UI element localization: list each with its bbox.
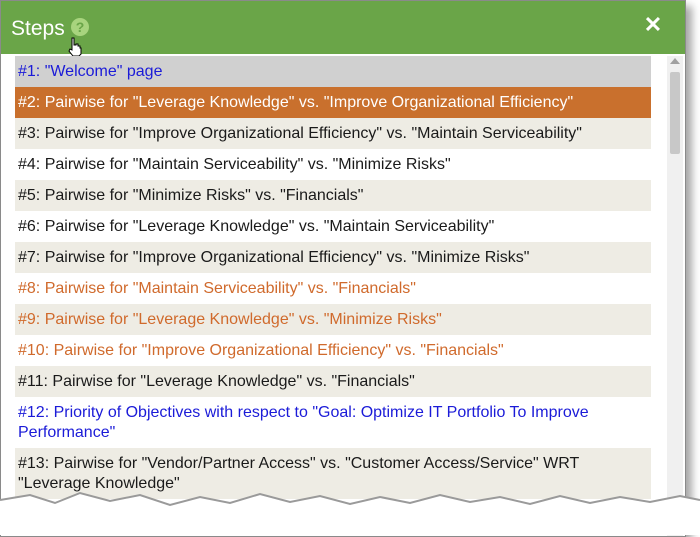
- step-item[interactable]: #2: Pairwise for "Leverage Knowledge" vs…: [15, 87, 651, 118]
- close-icon[interactable]: ✕: [641, 13, 665, 37]
- step-label: #10: Pairwise for "Improve Organizationa…: [18, 342, 504, 359]
- steps-dialog: Steps ? ✕ #1: "Welcome" page #2: Pairwise…: [0, 0, 686, 537]
- step-item[interactable]: #3: Pairwise for "Improve Organizational…: [15, 118, 651, 149]
- step-item[interactable]: #10: Pairwise for "Improve Organizationa…: [15, 335, 651, 366]
- scrollbar[interactable]: [667, 56, 683, 536]
- step-label: #8: Pairwise for "Maintain Serviceabilit…: [18, 280, 416, 297]
- step-label: #5: Pairwise for "Minimize Risks" vs. "F…: [18, 187, 364, 204]
- step-item[interactable]: #12: Priority of Objectives with respect…: [15, 397, 651, 448]
- dialog-header: Steps ? ✕: [1, 1, 685, 57]
- help-icon[interactable]: ?: [71, 18, 89, 36]
- step-label: #7: Pairwise for "Improve Organizational…: [18, 249, 530, 266]
- step-item[interactable]: #8: Pairwise for "Maintain Serviceabilit…: [15, 273, 651, 304]
- step-item[interactable]: #6: Pairwise for "Leverage Knowledge" vs…: [15, 211, 651, 242]
- step-item[interactable]: #1: "Welcome" page: [15, 56, 651, 87]
- torn-edge: [0, 491, 700, 535]
- step-label: #9: Pairwise for "Leverage Knowledge" vs…: [18, 311, 442, 328]
- step-label: #11: Pairwise for "Leverage Knowledge" v…: [18, 373, 415, 390]
- step-label: #2: Pairwise for "Leverage Knowledge" vs…: [18, 94, 574, 111]
- dialog-title: Steps: [11, 17, 65, 40]
- steps-list: #1: "Welcome" page #2: Pairwise for "Leve…: [15, 56, 651, 499]
- scroll-up-arrow-icon[interactable]: [670, 58, 680, 64]
- step-item[interactable]: #9: Pairwise for "Leverage Knowledge" vs…: [15, 304, 651, 335]
- step-item[interactable]: #5: Pairwise for "Minimize Risks" vs. "F…: [15, 180, 651, 211]
- hand-cursor-icon: [68, 37, 82, 57]
- step-item[interactable]: #7: Pairwise for "Improve Organizational…: [15, 242, 651, 273]
- step-item[interactable]: #4: Pairwise for "Maintain Serviceabilit…: [15, 149, 651, 180]
- step-label: #6: Pairwise for "Leverage Knowledge" vs…: [18, 218, 495, 235]
- step-label: #3: Pairwise for "Improve Organizational…: [18, 125, 582, 142]
- scroll-thumb[interactable]: [670, 72, 680, 154]
- step-label: #12: Priority of Objectives with respect…: [18, 404, 589, 441]
- step-label: #4: Pairwise for "Maintain Serviceabilit…: [18, 156, 451, 173]
- step-label: #1: "Welcome" page: [18, 63, 163, 80]
- step-item[interactable]: #11: Pairwise for "Leverage Knowledge" v…: [15, 366, 651, 397]
